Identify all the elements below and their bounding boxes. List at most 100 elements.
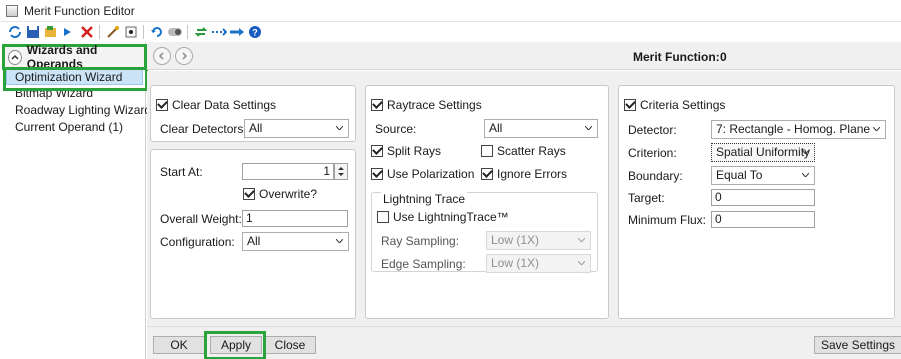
configuration-label: Configuration: bbox=[160, 235, 235, 249]
open-icon[interactable] bbox=[42, 24, 59, 41]
arrow-icon[interactable] bbox=[228, 24, 245, 41]
target-label: Target: bbox=[628, 191, 665, 205]
operand-settings-group: Start At: 1 Overwrite? Overall Weight: 1… bbox=[150, 149, 356, 319]
toolbar-separator bbox=[99, 25, 100, 39]
edge-sampling-label: Edge Sampling: bbox=[381, 257, 466, 271]
dot-icon[interactable] bbox=[122, 24, 139, 41]
wizard-item-bitmap[interactable]: Bitmap Wizard bbox=[0, 85, 146, 102]
raytrace-group: Raytrace Settings Source: All Split Rays… bbox=[365, 85, 609, 319]
wizard-list: Optimization Wizard Bitmap Wizard Roadwa… bbox=[0, 68, 151, 136]
raytrace-label: Raytrace Settings bbox=[387, 98, 482, 112]
start-at-label: Start At: bbox=[160, 165, 203, 179]
ignore-errors-checkbox[interactable] bbox=[481, 168, 493, 180]
target-input[interactable]: 0 bbox=[711, 189, 815, 206]
configuration-value: All bbox=[247, 234, 261, 248]
chevron-down-icon bbox=[336, 239, 343, 243]
ray-sampling-select[interactable]: Low (1X) bbox=[486, 231, 591, 250]
apply-button[interactable]: Apply bbox=[210, 336, 262, 354]
use-lightning-checkbox[interactable] bbox=[377, 211, 389, 223]
chevron-down-icon bbox=[802, 173, 809, 177]
start-at-input[interactable]: 1 bbox=[242, 163, 334, 180]
chevron-down-icon bbox=[585, 126, 592, 130]
wizards-panel: Wizards and Operands Optimization Wizard… bbox=[0, 42, 151, 359]
toolbar-separator bbox=[187, 25, 188, 39]
spinner-arrows-icon bbox=[338, 167, 344, 176]
wizard-content: Clear Data Settings Clear Detectors: All… bbox=[147, 71, 901, 326]
edge-sampling-value: Low (1X) bbox=[491, 256, 540, 270]
source-value: All bbox=[489, 121, 503, 135]
source-select[interactable]: All bbox=[484, 119, 598, 138]
toggle-icon[interactable] bbox=[166, 24, 183, 41]
wizards-header[interactable]: Wizards and Operands bbox=[2, 43, 147, 71]
toolbar: ? bbox=[0, 22, 901, 42]
sync-icon[interactable] bbox=[192, 24, 209, 41]
use-polarization-checkbox[interactable] bbox=[371, 168, 383, 180]
app-icon bbox=[6, 4, 18, 17]
wizard-item-roadway-lighting[interactable]: Roadway Lighting Wizard bbox=[0, 102, 151, 119]
clear-data-label: Clear Data Settings bbox=[172, 98, 277, 112]
svg-text:?: ? bbox=[252, 28, 258, 38]
split-rays-checkbox[interactable] bbox=[371, 145, 383, 157]
toolbar-separator bbox=[143, 25, 144, 39]
split-rays-label: Split Rays bbox=[387, 144, 442, 158]
delete-icon[interactable] bbox=[78, 24, 95, 41]
collapse-icon[interactable] bbox=[8, 49, 22, 65]
overwrite-checkbox[interactable] bbox=[243, 188, 255, 200]
clear-data-checkbox[interactable] bbox=[156, 99, 168, 111]
source-label: Source: bbox=[375, 122, 417, 136]
ray-sampling-value: Low (1X) bbox=[491, 233, 540, 247]
overall-weight-label: Overall Weight: bbox=[160, 212, 242, 226]
boundary-value: Equal To bbox=[716, 168, 763, 182]
button-bar: OK Apply Close Save Settings bbox=[147, 326, 901, 359]
chevron-down-icon bbox=[873, 127, 880, 131]
scatter-rays-label: Scatter Rays bbox=[497, 144, 566, 158]
overall-weight-input[interactable]: 1 bbox=[242, 210, 348, 227]
merit-function-value: 0 bbox=[720, 50, 727, 64]
detector-value: 7: Rectangle - Homog. Plane bbox=[716, 122, 871, 136]
wizard-item-current-operand[interactable]: Current Operand (1) bbox=[0, 119, 146, 136]
raytrace-checkbox[interactable] bbox=[371, 99, 383, 111]
window-title: Merit Function Editor bbox=[24, 3, 135, 18]
start-at-stepper[interactable] bbox=[334, 163, 348, 180]
ok-button[interactable]: OK bbox=[153, 336, 205, 354]
wizard-item-optimization[interactable]: Optimization Wizard bbox=[6, 68, 143, 85]
criterion-select[interactable]: Spatial Uniformity bbox=[711, 143, 815, 162]
chevron-down-icon bbox=[336, 126, 343, 130]
refresh-icon[interactable] bbox=[6, 24, 23, 41]
save-icon[interactable] bbox=[24, 24, 41, 41]
save-settings-button[interactable]: Save Settings bbox=[814, 336, 901, 354]
wizards-header-label: Wizards and Operands bbox=[26, 43, 98, 71]
lightning-trace-group: Lightning Trace Use LightningTrace™ Ray … bbox=[371, 192, 598, 273]
detector-label: Detector: bbox=[628, 123, 677, 137]
undo-icon[interactable] bbox=[148, 24, 165, 41]
criteria-group: Criteria Settings Detector: 7: Rectangle… bbox=[618, 85, 895, 319]
ignore-errors-label: Ignore Errors bbox=[497, 167, 568, 181]
criterion-label: Criterion: bbox=[628, 146, 677, 160]
insert-icon[interactable] bbox=[210, 24, 227, 41]
arrow-right-icon[interactable] bbox=[60, 24, 77, 41]
criteria-checkbox[interactable] bbox=[624, 99, 636, 111]
merit-function-label: Merit Function: bbox=[633, 50, 720, 64]
ray-sampling-label: Ray Sampling: bbox=[381, 234, 460, 248]
detector-select[interactable]: 7: Rectangle - Homog. Plane bbox=[711, 120, 886, 139]
forward-button[interactable] bbox=[175, 47, 193, 65]
edge-sampling-select[interactable]: Low (1X) bbox=[486, 254, 591, 273]
configuration-select[interactable]: All bbox=[242, 232, 349, 251]
clear-detectors-select[interactable]: All bbox=[244, 119, 349, 138]
minimum-flux-input[interactable]: 0 bbox=[711, 211, 815, 228]
back-button[interactable] bbox=[153, 47, 171, 65]
wand-icon[interactable] bbox=[104, 24, 121, 41]
chevron-down-icon bbox=[578, 261, 585, 265]
use-lightning-label: Use LightningTrace™ bbox=[393, 210, 509, 224]
chevron-down-icon bbox=[578, 238, 585, 242]
title-bar: Merit Function Editor bbox=[0, 0, 901, 22]
clear-detectors-label: Clear Detectors: bbox=[160, 122, 247, 136]
help-icon[interactable]: ? bbox=[246, 24, 263, 41]
boundary-select[interactable]: Equal To bbox=[711, 166, 815, 185]
boundary-label: Boundary: bbox=[628, 169, 683, 183]
scatter-rays-checkbox[interactable] bbox=[481, 145, 493, 157]
close-button[interactable]: Close bbox=[264, 336, 316, 354]
minimum-flux-label: Minimum Flux: bbox=[628, 213, 707, 227]
nav-bar: Merit Function: 0 bbox=[147, 42, 901, 70]
criteria-label: Criteria Settings bbox=[640, 98, 726, 112]
